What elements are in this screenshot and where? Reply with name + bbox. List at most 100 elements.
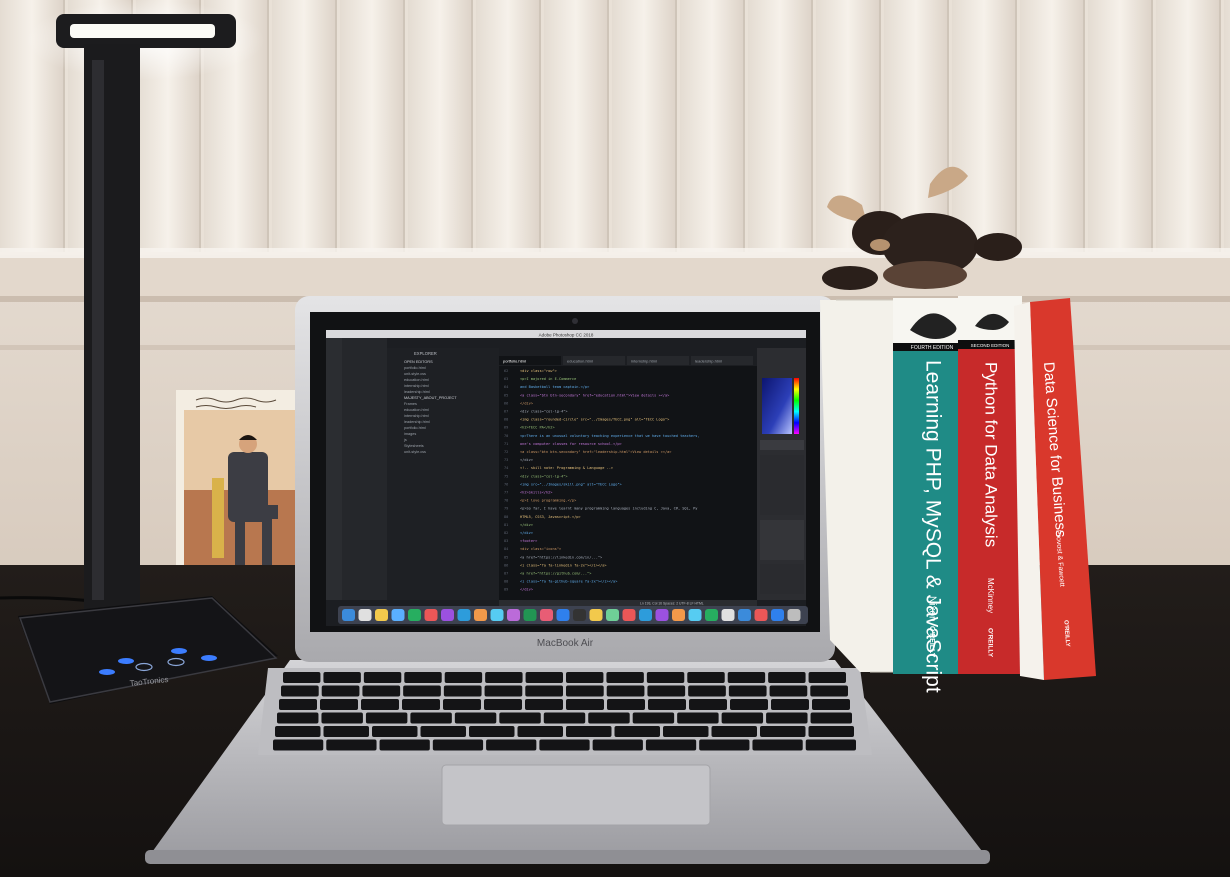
keyboard-key bbox=[566, 685, 604, 697]
sidebar-item[interactable]: Frames bbox=[404, 402, 417, 406]
keyboard-key bbox=[646, 672, 685, 683]
dock-app-icon[interactable] bbox=[606, 609, 619, 621]
code-line: <a class="btn btn-secondary" href="leade… bbox=[520, 450, 672, 454]
dock-app-icon[interactable] bbox=[655, 609, 669, 621]
keyboard-key bbox=[363, 672, 402, 683]
code-line: <p>I majored in E-Commerce bbox=[520, 377, 576, 381]
keyboard-key bbox=[281, 685, 319, 697]
dock-app-icon[interactable] bbox=[771, 609, 784, 621]
menubar-title: Adobe Photoshop CC 2018 bbox=[539, 333, 594, 338]
code-line: HTML5, CSS3, Javascript.</p> bbox=[520, 515, 581, 519]
dock-app-icon[interactable] bbox=[556, 609, 570, 621]
keyboard-key bbox=[606, 685, 645, 697]
code-line: </div> bbox=[520, 531, 534, 535]
trackpad bbox=[441, 764, 711, 826]
sidebar-item[interactable]: Stylesheets bbox=[404, 444, 424, 448]
keyboard-key bbox=[379, 739, 430, 751]
sidebar-item[interactable]: images bbox=[404, 432, 416, 436]
laptop-screen: Adobe Photoshop CC 2018 EXPLORER OPEN ED… bbox=[326, 330, 808, 626]
dock-app-icon[interactable] bbox=[787, 609, 801, 621]
dock-app-icon[interactable] bbox=[441, 609, 454, 621]
code-line: <h2>Skills</h2> bbox=[520, 491, 553, 495]
keyboard-key bbox=[812, 699, 850, 710]
dock-app-icon[interactable] bbox=[705, 609, 718, 621]
sidebar-item[interactable]: js bbox=[403, 438, 407, 442]
sidebar-item[interactable]: education.html bbox=[404, 408, 429, 412]
dock-app-icon[interactable] bbox=[457, 609, 471, 621]
sidebar-item[interactable]: leadership.html bbox=[404, 420, 430, 424]
keyboard-key bbox=[810, 712, 852, 724]
keyboard-key bbox=[320, 699, 358, 710]
keyboard-key bbox=[443, 685, 482, 697]
color-picker bbox=[762, 378, 792, 434]
keyboard-key bbox=[768, 672, 806, 683]
keyboard-key bbox=[321, 685, 360, 697]
sidebar-item[interactable]: unit-style.css bbox=[404, 372, 426, 376]
dock-app-icon[interactable] bbox=[523, 609, 537, 621]
editor-tab[interactable]: leadership.html bbox=[691, 356, 753, 365]
keyboard-key bbox=[808, 726, 854, 737]
editor-tab[interactable]: education.html bbox=[563, 356, 625, 365]
keyboard-key bbox=[721, 712, 764, 724]
dock-app-icon[interactable] bbox=[622, 609, 636, 621]
keyboard-key bbox=[443, 699, 481, 710]
keyboard-key bbox=[689, 699, 727, 710]
dock-app-icon[interactable] bbox=[375, 609, 388, 621]
dock-app-icon[interactable] bbox=[573, 609, 586, 621]
sidebar-item[interactable]: MAJESTY_ABOUT_PROJECT bbox=[404, 396, 457, 400]
dock-app-icon[interactable] bbox=[589, 609, 603, 621]
dock-app-icon[interactable] bbox=[408, 609, 421, 621]
book-2-edition: SECOND EDITION bbox=[971, 343, 1010, 348]
sidebar-item[interactable]: portfolio.html bbox=[404, 366, 426, 370]
code-line: <i class="fa fa-linkedin fa-2x"></i></a> bbox=[520, 563, 607, 567]
keyboard-key bbox=[810, 685, 848, 697]
keyboard-key bbox=[699, 739, 750, 751]
code-line: <i class="fa fa-github-square fa-2x"></i… bbox=[520, 580, 618, 584]
keyboard-key bbox=[566, 726, 612, 737]
sidebar-item[interactable]: leadership.html bbox=[404, 390, 430, 394]
editor-status-bar bbox=[499, 600, 757, 606]
keyboard-key bbox=[454, 712, 497, 724]
dock-app-icon[interactable] bbox=[639, 609, 652, 621]
dock-app-icon[interactable] bbox=[507, 609, 520, 621]
keyboard-key bbox=[279, 699, 317, 710]
sidebar-item[interactable]: unit-style.css bbox=[404, 450, 426, 454]
dock-app-icon[interactable] bbox=[342, 609, 355, 621]
sidebar-item[interactable]: internship.html bbox=[404, 384, 429, 388]
keyboard-key bbox=[771, 699, 809, 710]
keyboard-key bbox=[484, 699, 522, 710]
keyboard-key bbox=[614, 726, 660, 737]
dock-app-icon[interactable] bbox=[474, 609, 487, 621]
book-python-data-analysis: SECOND EDITION Python for Data Analysis … bbox=[958, 296, 1022, 674]
editor-tab[interactable]: portfolio.html bbox=[499, 356, 561, 365]
dock-app-icon[interactable] bbox=[672, 609, 685, 621]
code-line: <a href="https://linkedin.com/in/..."> bbox=[520, 555, 603, 559]
keyboard-key bbox=[403, 685, 441, 697]
sidebar-item[interactable]: portfolio.html bbox=[404, 426, 426, 430]
dock-app-icon[interactable] bbox=[424, 609, 438, 621]
dock-app-icon[interactable] bbox=[391, 609, 405, 621]
line-number: 79 bbox=[504, 507, 508, 511]
dock-app-icon[interactable] bbox=[721, 609, 735, 621]
dock-app-icon[interactable] bbox=[490, 609, 504, 621]
sidebar-item[interactable]: education.html bbox=[404, 378, 429, 382]
dock-app-icon[interactable] bbox=[688, 609, 702, 621]
keyboard-key bbox=[323, 672, 361, 683]
sidebar-item[interactable]: OPEN EDITORS bbox=[404, 360, 433, 364]
keyboard-key bbox=[728, 685, 767, 697]
dock-app-icon[interactable] bbox=[738, 609, 751, 621]
code-line: <div class="col-lg-4"> bbox=[520, 410, 568, 414]
dock-app-icon[interactable] bbox=[540, 609, 553, 621]
keyboard-key bbox=[372, 726, 418, 737]
dock-app-icon[interactable] bbox=[754, 609, 768, 621]
sidebar-item[interactable]: internship.html bbox=[404, 414, 429, 418]
keyboard-key bbox=[499, 712, 541, 724]
editor-tab[interactable]: internship.html bbox=[627, 356, 689, 365]
code-line: </div> bbox=[520, 523, 534, 527]
line-number: 85 bbox=[504, 555, 508, 559]
line-number: 62 bbox=[504, 369, 508, 373]
editor-tab-label: internship.html bbox=[631, 359, 657, 364]
keyboard-key bbox=[485, 672, 523, 683]
book-2-title: Python for Data Analysis bbox=[982, 362, 1001, 547]
dock-app-icon[interactable] bbox=[358, 609, 372, 621]
